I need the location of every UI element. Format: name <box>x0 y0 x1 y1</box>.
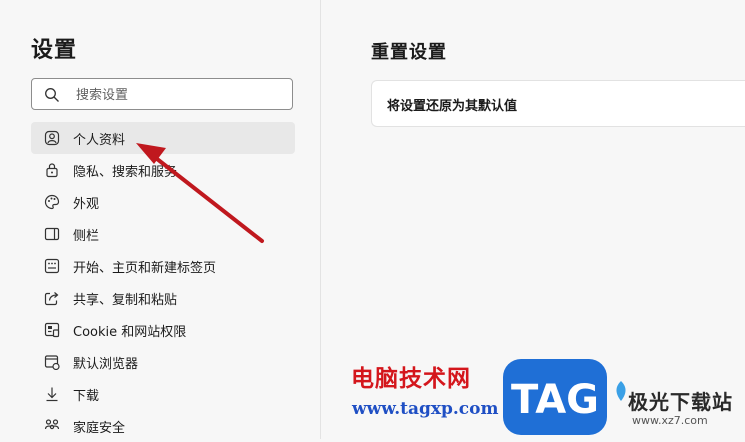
reset-settings-title: 重置设置 <box>371 42 447 63</box>
lock-icon <box>46 163 58 178</box>
reset-to-defaults-label: 将设置还原为其默认值 <box>387 99 518 114</box>
partner-url: www.xz7.com <box>632 414 708 427</box>
share-icon <box>44 292 59 306</box>
search-input[interactable] <box>74 83 283 107</box>
watermark-site-name: 电脑技术网 <box>351 366 471 392</box>
sidebar-item-downloads[interactable]: 下载 <box>31 378 295 410</box>
svg-text:TAG: TAG <box>511 377 599 423</box>
settings-title: 设置 <box>31 38 78 63</box>
sidebar-item-label: 下载 <box>73 389 100 404</box>
sidebar-item-label: 默认浏览器 <box>73 357 139 372</box>
family-icon <box>44 419 60 430</box>
sidebar-item-family[interactable]: 家庭安全 <box>31 410 295 442</box>
sidebar-item-sidebar[interactable]: 侧栏 <box>31 218 295 250</box>
sidebar-item-appearance[interactable]: 外观 <box>31 186 295 218</box>
sidebar-item-label: 家庭安全 <box>73 421 126 436</box>
browser-icon <box>44 355 60 370</box>
watermark-site-url: www.tagxp.com <box>352 399 499 419</box>
sidebar-item-label: Cookie 和网站权限 <box>73 325 187 340</box>
search-box[interactable] <box>31 78 293 110</box>
profile-icon <box>44 130 60 146</box>
settings-sidebar: 设置 个人资料 隐私、搜索和服务 外观 <box>0 0 321 439</box>
sidebar-item-default-browser[interactable]: 默认浏览器 <box>31 346 295 378</box>
sidebar-item-label: 个人资料 <box>73 133 126 148</box>
sidebar-item-label: 共享、复制和粘贴 <box>73 293 178 308</box>
sidebar-icon <box>44 227 60 241</box>
download-icon <box>46 387 58 402</box>
reset-to-defaults-item[interactable]: 将设置还原为其默认值 <box>371 80 745 127</box>
tag-logo: TAG <box>503 359 607 435</box>
sidebar-item-share[interactable]: 共享、复制和粘贴 <box>31 282 295 314</box>
search-icon <box>45 88 59 102</box>
palette-icon <box>44 194 60 210</box>
partner-name: 极光下载站 <box>628 390 733 414</box>
sidebar-item-label: 外观 <box>73 197 100 212</box>
cookie-icon <box>44 322 60 338</box>
sidebar-item-label: 开始、主页和新建标签页 <box>73 261 217 276</box>
sidebar-item-start-home[interactable]: 开始、主页和新建标签页 <box>31 250 295 282</box>
sidebar-item-profile[interactable]: 个人资料 <box>31 122 295 154</box>
sidebar-item-cookie[interactable]: Cookie 和网站权限 <box>31 314 295 346</box>
sidebar-item-label: 隐私、搜索和服务 <box>73 165 178 180</box>
home-grid-icon <box>44 258 60 274</box>
sidebar-item-label: 侧栏 <box>73 229 100 244</box>
sidebar-item-privacy[interactable]: 隐私、搜索和服务 <box>31 154 295 186</box>
